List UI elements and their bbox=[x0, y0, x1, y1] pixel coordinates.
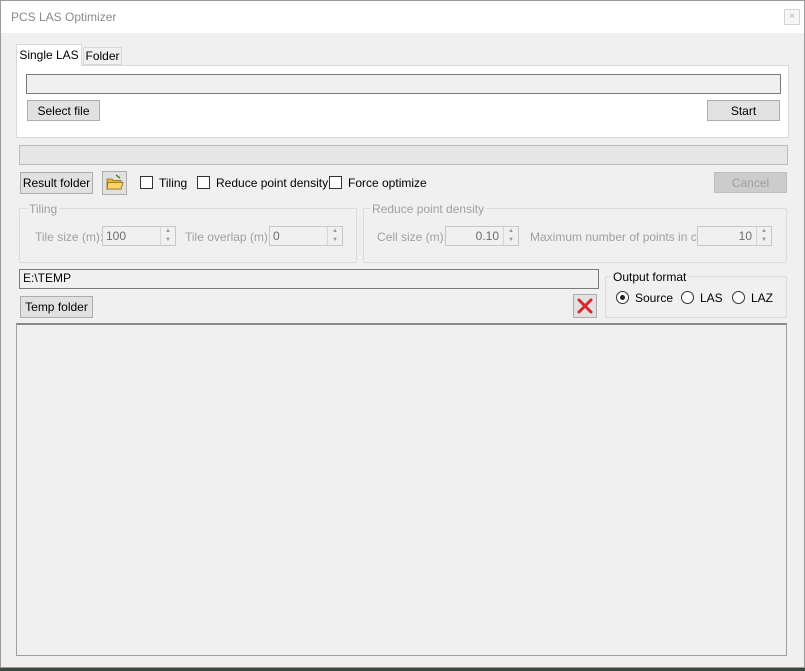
tile-size-spinner[interactable]: 100 ▲ ▼ bbox=[102, 226, 176, 246]
progress-bar bbox=[19, 145, 788, 165]
temp-folder-button[interactable]: Temp folder bbox=[20, 296, 93, 318]
tile-overlap-value: 0 bbox=[273, 229, 280, 243]
radio-laz-label: LAZ bbox=[751, 291, 774, 305]
tab-single-las[interactable]: Single LAS bbox=[16, 44, 82, 66]
radio-source-label: Source bbox=[635, 291, 674, 305]
force-optimize-checkbox-label: Force optimize bbox=[348, 176, 427, 190]
close-button[interactable]: × bbox=[784, 9, 800, 25]
tiling-group-title: Tiling bbox=[27, 202, 60, 216]
log-list[interactable] bbox=[16, 323, 787, 656]
tile-size-label: Tile size (m): bbox=[35, 230, 104, 244]
radio-las[interactable] bbox=[681, 291, 694, 304]
temp-path-input[interactable]: E:\TEMP bbox=[19, 269, 599, 289]
cell-size-spinner[interactable]: 0.10 ▲ ▼ bbox=[445, 226, 519, 246]
density-group-title: Reduce point density bbox=[370, 202, 487, 216]
tile-overlap-arrows[interactable]: ▲ ▼ bbox=[327, 227, 342, 245]
cell-size-arrows[interactable]: ▲ ▼ bbox=[503, 227, 518, 245]
radio-laz[interactable] bbox=[732, 291, 745, 304]
max-points-label: Maximum number of points in cell: bbox=[530, 230, 713, 244]
app-window: PCS LAS Optimizer × Single LAS Folder Se… bbox=[0, 0, 805, 668]
clear-temp-button[interactable] bbox=[573, 294, 597, 318]
radio-las-label: LAS bbox=[700, 291, 723, 305]
file-path-input[interactable] bbox=[26, 74, 781, 94]
max-points-value: 10 bbox=[738, 229, 752, 243]
window-title: PCS LAS Optimizer bbox=[11, 10, 117, 24]
result-folder-button[interactable]: Result folder bbox=[20, 172, 93, 194]
radio-source[interactable] bbox=[616, 291, 629, 304]
red-x-icon bbox=[577, 298, 593, 314]
cell-size-label: Cell size (m): bbox=[377, 230, 448, 244]
max-points-arrows[interactable]: ▲ ▼ bbox=[756, 227, 771, 245]
tiling-checkbox-label: Tiling bbox=[159, 176, 188, 190]
output-format-title: Output format bbox=[611, 270, 689, 284]
start-button[interactable]: Start bbox=[707, 100, 780, 121]
single-las-panel: Select file Start bbox=[16, 65, 789, 138]
cell-size-value: 0.10 bbox=[475, 229, 499, 243]
tile-overlap-spinner[interactable]: 0 ▲ ▼ bbox=[269, 226, 343, 246]
cancel-button[interactable]: Cancel bbox=[714, 172, 787, 193]
reduce-density-checkbox-label: Reduce point density bbox=[216, 176, 329, 190]
reduce-density-checkbox[interactable] bbox=[197, 176, 210, 189]
tile-size-arrows[interactable]: ▲ ▼ bbox=[160, 227, 175, 245]
max-points-spinner[interactable]: 10 ▲ ▼ bbox=[697, 226, 772, 246]
select-file-button[interactable]: Select file bbox=[27, 100, 100, 121]
tile-overlap-label: Tile overlap (m): bbox=[185, 230, 272, 244]
open-folder-icon bbox=[106, 174, 124, 190]
tiling-checkbox[interactable] bbox=[140, 176, 153, 189]
tab-folder[interactable]: Folder bbox=[83, 47, 122, 65]
tile-size-value: 100 bbox=[106, 229, 127, 243]
force-optimize-checkbox[interactable] bbox=[329, 176, 342, 189]
open-folder-button[interactable] bbox=[102, 171, 127, 195]
title-bar[interactable]: PCS LAS Optimizer × bbox=[1, 1, 804, 33]
